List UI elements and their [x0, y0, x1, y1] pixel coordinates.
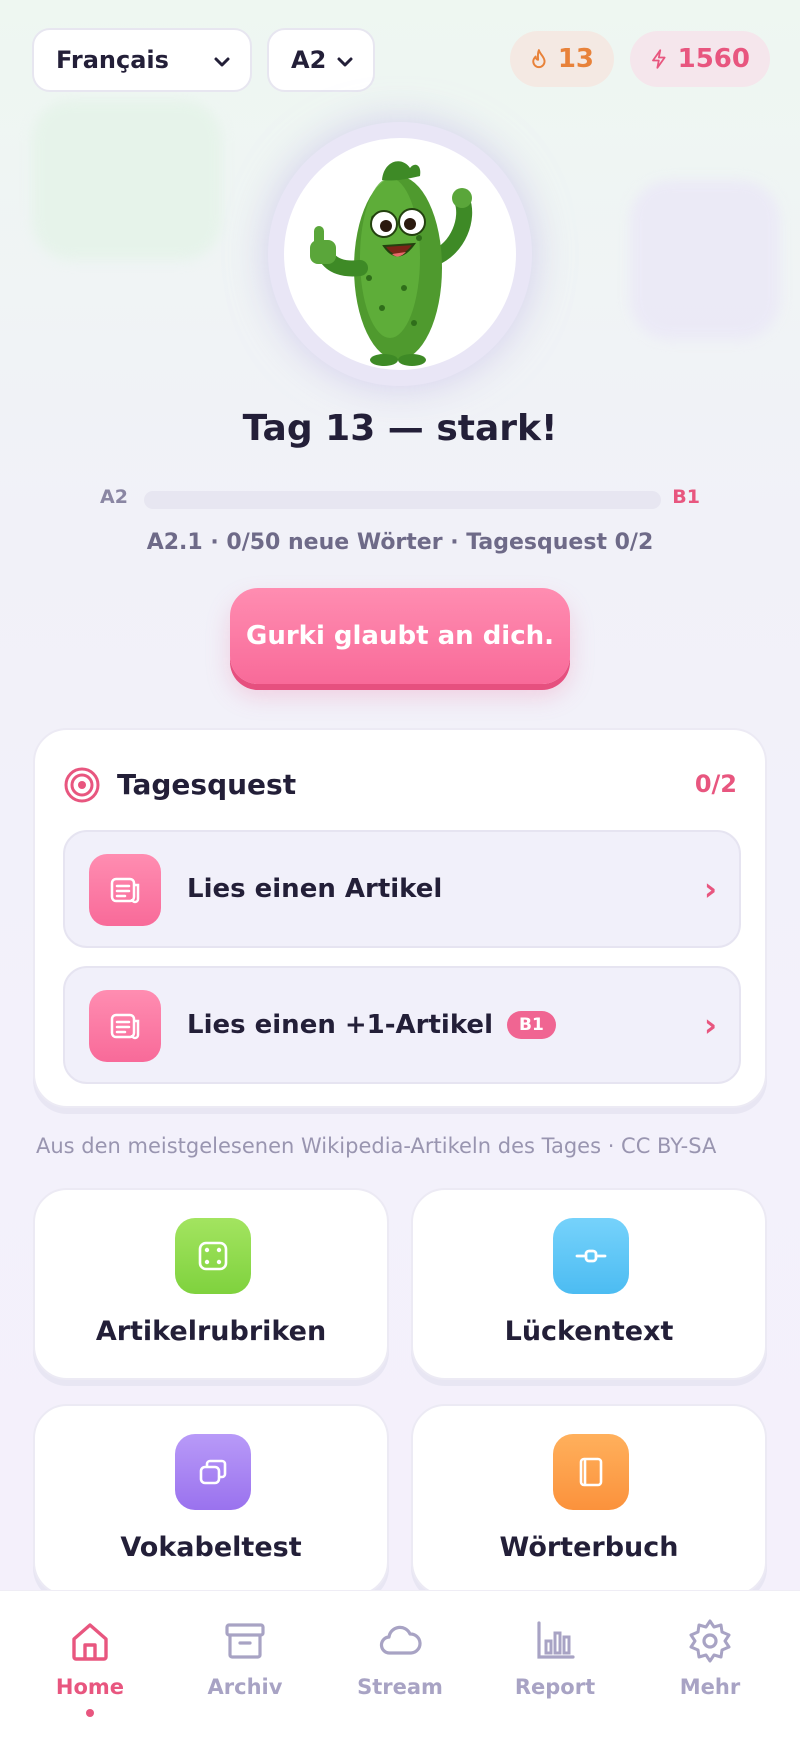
quest-title: Tagesquest [117, 768, 297, 801]
xp-badge[interactable]: 1560 [630, 31, 770, 87]
quest-item-read-article[interactable]: Lies einen Artikel › [63, 830, 741, 948]
cloud-icon [379, 1625, 422, 1655]
quest-item-read-plus-one-article[interactable]: Lies einen +1-Artikel B1 › [63, 966, 741, 1084]
nav-label: Archiv [207, 1675, 283, 1699]
archive-icon [225, 1623, 265, 1659]
mascot-image [284, 138, 516, 370]
nav-label: Report [514, 1675, 596, 1699]
nav-label: Mehr [679, 1675, 741, 1699]
language-select[interactable]: Français [32, 28, 252, 92]
tile-lueckentext[interactable]: Lückentext [411, 1188, 767, 1380]
progress-summary: A2.1 · 0/50 neue Wörter · Tagesquest 0/2 [146, 530, 654, 555]
source-attribution: Aus den meistgelesenen Wikipedia-Artikel… [36, 1134, 717, 1158]
tile-artikelrubriken[interactable]: Artikelrubriken [33, 1188, 389, 1380]
target-icon [64, 767, 100, 803]
tile-woerterbuch[interactable]: Wörterbuch [411, 1404, 767, 1596]
lightning-icon [652, 49, 666, 69]
active-indicator [86, 1709, 94, 1717]
bottom-navigation: Home Archiv Stream Report Mehr [0, 1590, 800, 1740]
quest-item-label: Lies einen +1-Artikel B1 [187, 1010, 556, 1040]
nav-item-mehr[interactable]: Mehr [630, 1617, 790, 1727]
gear-icon [689, 1619, 731, 1663]
progress-to-level: B1 [672, 486, 700, 508]
cucumber-mascot-icon [310, 161, 473, 366]
nav-item-stream[interactable]: Stream [320, 1617, 480, 1727]
cards-icon [175, 1434, 251, 1510]
level-progress: A2 B1 [100, 486, 700, 512]
tile-label: Wörterbuch [499, 1532, 679, 1563]
level-select[interactable]: A2 [267, 28, 375, 92]
background-blob [630, 180, 780, 340]
mascot-avatar[interactable] [268, 122, 532, 386]
xp-count: 1560 [677, 44, 750, 74]
quest-header: Tagesquest 0/2 [63, 764, 737, 804]
article-icon [89, 990, 161, 1062]
background-blob [32, 100, 222, 260]
quest-item-label: Lies einen Artikel [187, 874, 443, 904]
daily-quest-card: Tagesquest 0/2 Lies einen Artikel › Lies… [33, 728, 767, 1108]
language-select-value: Français [56, 46, 169, 74]
level-select-value: A2 [291, 46, 327, 74]
nav-item-report[interactable]: Report [475, 1617, 635, 1727]
progress-bar [144, 491, 661, 509]
tile-vokabeltest[interactable]: Vokabeltest [33, 1404, 389, 1596]
tile-label: Vokabeltest [120, 1532, 302, 1563]
book-icon [553, 1434, 629, 1510]
home-icon [72, 1623, 108, 1661]
nav-item-home[interactable]: Home [10, 1617, 170, 1727]
flame-icon [532, 49, 546, 68]
chart-icon [537, 1621, 575, 1659]
gap-icon [553, 1218, 629, 1294]
top-bar: Français A2 13 1560 [32, 28, 770, 92]
tile-label: Artikelrubriken [95, 1316, 327, 1347]
dice-icon [175, 1218, 251, 1294]
level-badge: B1 [506, 1011, 556, 1039]
nav-item-archiv[interactable]: Archiv [165, 1617, 325, 1727]
streak-badge[interactable]: 13 [510, 31, 614, 87]
progress-from-level: A2 [100, 486, 128, 508]
motivation-button[interactable]: Gurki glaubt an dich. [230, 588, 570, 684]
chevron-right-icon: › [703, 1006, 717, 1044]
chevron-down-icon [337, 57, 353, 67]
tile-label: Lückentext [504, 1316, 674, 1347]
page-title: Tag 13 — stark! [242, 408, 558, 449]
nav-label: Stream [357, 1675, 443, 1699]
nav-label: Home [55, 1675, 125, 1699]
article-icon [89, 854, 161, 926]
chevron-right-icon: › [703, 870, 717, 908]
chevron-down-icon [214, 57, 230, 67]
quest-count: 0/2 [694, 770, 737, 798]
streak-count: 13 [557, 44, 594, 74]
